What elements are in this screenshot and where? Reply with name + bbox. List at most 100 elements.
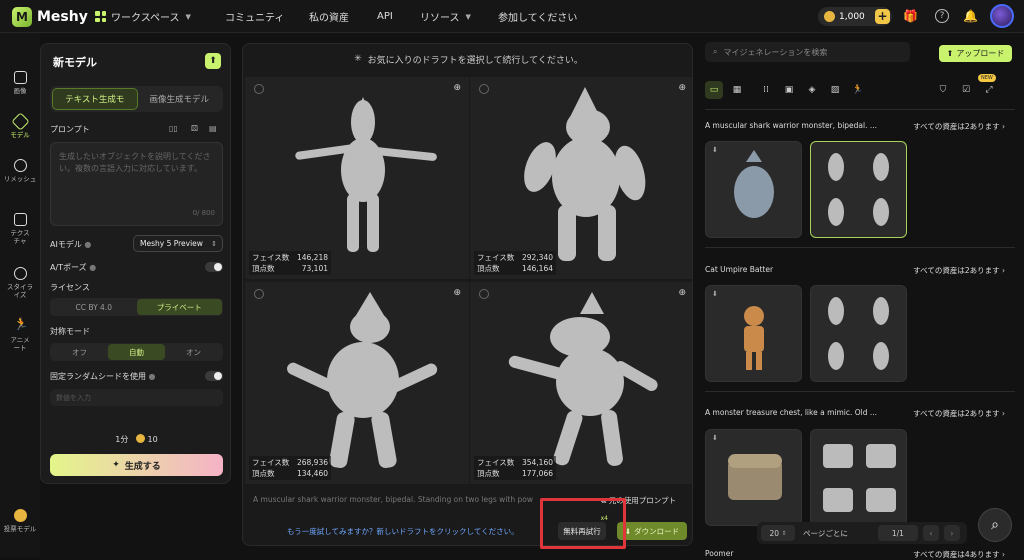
rail-item-texture[interactable]: テクスチャ bbox=[0, 213, 40, 245]
asset-thumbnail[interactable]: ⬇ bbox=[705, 429, 802, 526]
page-indicator[interactable]: 1/1 bbox=[877, 525, 918, 541]
symmetry-auto[interactable]: 自動 bbox=[108, 344, 165, 360]
search-icon: ⌕ bbox=[713, 47, 718, 56]
nav-workspace[interactable]: ワークスペース ▼ bbox=[95, 0, 191, 33]
avatar[interactable] bbox=[990, 4, 1014, 28]
prev-page-button[interactable]: ‹ bbox=[922, 525, 939, 541]
download-icon[interactable]: ⬇ bbox=[712, 146, 718, 154]
rail-item-image[interactable]: 画像 bbox=[0, 71, 40, 95]
symmetry-on[interactable]: オン bbox=[165, 344, 222, 360]
asset-thumbnail[interactable]: ⬇ bbox=[705, 141, 802, 238]
apose-toggle[interactable] bbox=[205, 262, 223, 272]
cube-icon[interactable]: ◈ bbox=[803, 81, 821, 99]
license-label: ライセンス bbox=[50, 283, 90, 292]
asset-thumbnail[interactable] bbox=[810, 285, 907, 382]
prompt-preview-text: A muscular shark warrior monster, bipeda… bbox=[253, 495, 533, 504]
image-icon[interactable]: ▣ bbox=[780, 81, 798, 99]
search-icon: ⌕ bbox=[991, 517, 999, 533]
generate-button[interactable]: ✦ 生成する bbox=[50, 454, 223, 476]
logo[interactable]: M Meshy bbox=[12, 7, 88, 27]
nav-resources[interactable]: リソース ▼ bbox=[420, 0, 471, 33]
next-page-button[interactable]: › bbox=[943, 525, 960, 541]
upload-button[interactable]: ⬆ アップロード bbox=[939, 45, 1012, 62]
select-radio[interactable] bbox=[479, 84, 489, 94]
help-icon[interactable]: ? bbox=[935, 9, 949, 23]
texture-icon[interactable]: ▨ bbox=[826, 81, 844, 99]
search-fab[interactable]: ⌕ bbox=[978, 508, 1012, 542]
shark-model-preview bbox=[295, 97, 437, 252]
asset-thumbnail[interactable] bbox=[810, 141, 907, 238]
select-radio[interactable] bbox=[254, 84, 264, 94]
rail-item-remesh[interactable]: リメッシュ bbox=[0, 159, 40, 183]
zoom-icon[interactable]: ⊕ bbox=[453, 288, 461, 298]
group-all-link[interactable]: すべての資産は2あります › bbox=[913, 121, 1005, 132]
draft-card[interactable]: ⊕ フェイス数 146,218 頂点数 73,101 bbox=[245, 77, 469, 279]
license-cc[interactable]: CC BY 4.0 bbox=[51, 299, 137, 315]
side-rail: 画像 モデル リメッシュ テクスチャ スタイライズ 🏃 アニメート 投票モデル bbox=[0, 33, 40, 557]
group-title[interactable]: Cat Umpire Batter bbox=[705, 265, 885, 274]
credits-badge[interactable]: 1,000 + bbox=[818, 7, 892, 26]
seed-toggle[interactable] bbox=[205, 371, 223, 381]
group-title[interactable]: A muscular shark warrior monster, bipeda… bbox=[705, 121, 885, 130]
license-private[interactable]: プライベート bbox=[136, 299, 222, 315]
nav-community[interactable]: コミュニティ bbox=[225, 0, 284, 33]
download-icon[interactable]: ⬇ bbox=[712, 290, 718, 298]
dice-icon[interactable]: ⚄ bbox=[191, 124, 198, 133]
group-title[interactable]: A monster treasure chest, like a mimic. … bbox=[705, 408, 885, 417]
rail-item-model[interactable]: モデル bbox=[0, 112, 40, 139]
group-all-link[interactable]: すべての資産は2あります › bbox=[913, 265, 1005, 276]
select-radio[interactable] bbox=[254, 289, 264, 299]
download-icon[interactable]: ⬇ bbox=[712, 434, 718, 442]
group-all-link[interactable]: すべての資産は2あります › bbox=[913, 408, 1005, 419]
group-all-link[interactable]: すべての資産は4あります › bbox=[913, 549, 1005, 560]
tab-text-to-model[interactable]: テキスト生成モ bbox=[52, 88, 138, 110]
rail-label: アニメート bbox=[10, 336, 30, 352]
draft-card[interactable]: ⊕ フェイス数 354,160 頂点数 177,066 bbox=[470, 282, 692, 484]
tab-image-to-model[interactable]: 画像生成モデル bbox=[138, 88, 222, 110]
rail-item-animate[interactable]: 🏃 アニメート bbox=[0, 318, 40, 352]
running-figure-icon[interactable]: 🏃 bbox=[849, 81, 867, 99]
shark-model-preview bbox=[734, 150, 774, 218]
download-button[interactable]: ⬇ ダウンロード bbox=[617, 522, 687, 540]
zoom-icon[interactable]: ⊕ bbox=[453, 83, 461, 93]
zoom-icon[interactable]: ⊕ bbox=[678, 288, 686, 298]
dots-grid-icon[interactable]: ⁞⁞ bbox=[757, 81, 775, 99]
info-icon: ● bbox=[148, 372, 156, 381]
zoom-icon[interactable]: ⊕ bbox=[678, 83, 686, 93]
book-icon[interactable]: ▯▯ bbox=[169, 124, 178, 133]
upload-icon[interactable]: ⬆ bbox=[205, 53, 221, 69]
grid-icon[interactable]: ▦ bbox=[728, 81, 746, 99]
rail-item-vote[interactable]: 投票モデル bbox=[0, 509, 40, 533]
add-credits-button[interactable]: + bbox=[875, 9, 890, 24]
seed-input[interactable]: 数値を入力 bbox=[50, 389, 223, 406]
bell-icon[interactable]: 🔔 bbox=[963, 9, 978, 24]
ai-model-label-text: AIモデル bbox=[50, 240, 82, 249]
folder-icon[interactable]: ▭ bbox=[705, 81, 723, 99]
ai-model-select[interactable]: Meshy 5 Preview ⇕ bbox=[133, 235, 223, 252]
prompt-input[interactable]: 生成したいオブジェクトを説明してください。複数の言語入力に対応しています。 0/… bbox=[50, 142, 223, 226]
per-page-select[interactable]: 20 ⇕ bbox=[761, 525, 795, 541]
symmetry-off[interactable]: オフ bbox=[51, 344, 108, 360]
checkbox-icon[interactable]: ☑ bbox=[957, 81, 975, 99]
nav-join[interactable]: 参加してください bbox=[498, 0, 577, 33]
draft-stats: フェイス数 354,160 頂点数 177,066 bbox=[474, 456, 556, 480]
nav-assets[interactable]: 私の資産 bbox=[309, 0, 349, 33]
select-radio[interactable] bbox=[479, 289, 489, 299]
asset-thumbnail[interactable]: ⬇ bbox=[705, 285, 802, 382]
chest-model-preview bbox=[728, 454, 782, 500]
retry-link[interactable]: もう一度試してみますか？新しいドラフトをクリックしてください。 bbox=[287, 526, 519, 537]
search-input[interactable]: ⌕ マイジェネレーションを検索 bbox=[705, 42, 910, 62]
expand-icon[interactable]: ⤢ bbox=[980, 81, 998, 99]
faces-label: フェイス数 bbox=[477, 253, 515, 262]
sparkle-icon: ✦ bbox=[112, 460, 120, 470]
draft-card[interactable]: ⊕ フェイス数 292,340 頂点数 146,164 bbox=[470, 77, 692, 279]
asset-thumbnail[interactable] bbox=[810, 429, 907, 526]
draft-card[interactable]: ⊕ フェイス数 268,936 頂点数 134,460 bbox=[245, 282, 469, 484]
nav-api[interactable]: API bbox=[377, 0, 393, 33]
gift-icon[interactable]: 🎁 bbox=[903, 9, 918, 24]
stylize-icon bbox=[13, 267, 27, 280]
vertices-label: 頂点数 bbox=[252, 264, 275, 273]
clipboard-icon[interactable]: ▤ bbox=[209, 124, 217, 133]
filter-icon[interactable]: ⛉ bbox=[934, 81, 952, 99]
rail-item-stylize[interactable]: スタイライズ bbox=[0, 267, 40, 299]
